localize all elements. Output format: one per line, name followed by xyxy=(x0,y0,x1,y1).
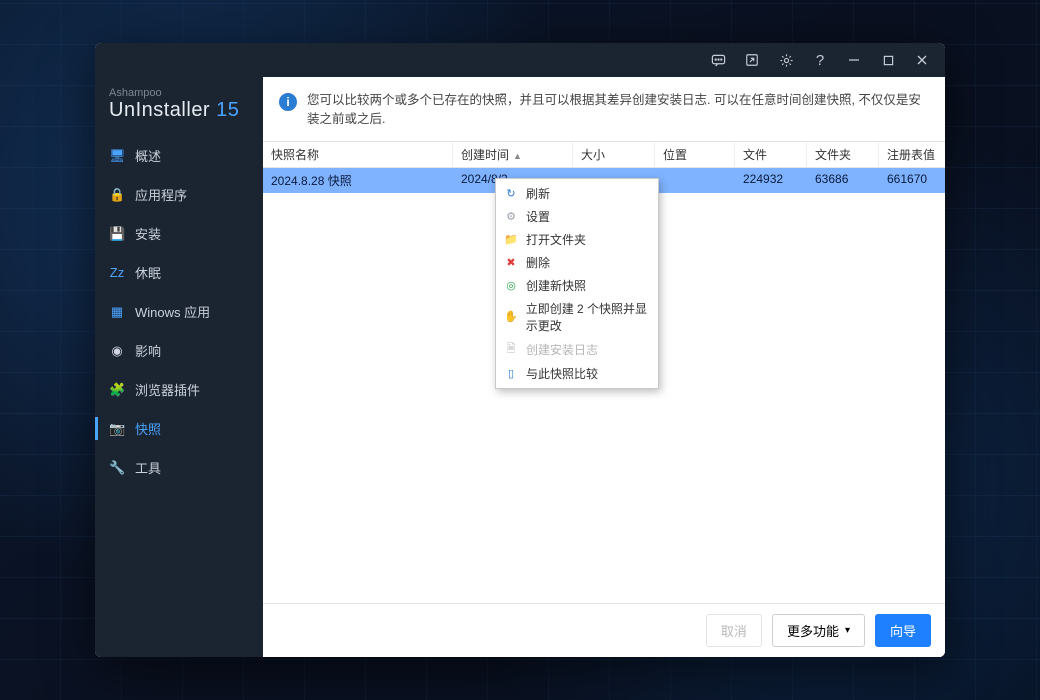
sidebar-item-4[interactable]: ▦ Winows 应用 xyxy=(95,292,263,331)
table-body[interactable]: 2024.8.28 快照2024/8/222493263686661670 ↻刷… xyxy=(263,168,945,604)
table-cell: 661670 xyxy=(879,168,945,193)
menu-item-label: 与此快照比较 xyxy=(526,365,598,382)
sidebar-item-7[interactable]: 📷 快照 xyxy=(95,409,263,448)
sidebar-item-5[interactable]: ◉ 影响 xyxy=(95,331,263,370)
sidebar-item-label: 浏览器插件 xyxy=(135,380,200,399)
column-header[interactable]: 文件 xyxy=(735,142,807,167)
menu-item-label: 创建新快照 xyxy=(526,277,586,294)
sidebar-item-6[interactable]: 🧩 浏览器插件 xyxy=(95,370,263,409)
nav-icon: 💾 xyxy=(109,226,125,242)
nav-icon: 🖥 xyxy=(109,148,125,164)
nav-icon: ▦ xyxy=(109,304,125,320)
context-menu-item[interactable]: ↻ 刷新 xyxy=(496,182,658,205)
sidebar-item-label: 影响 xyxy=(135,341,161,360)
sidebar-item-label: 应用程序 xyxy=(135,185,187,204)
sidebar-item-label: 快照 xyxy=(135,419,161,438)
context-menu-item[interactable]: ▯ 与此快照比较 xyxy=(496,362,658,385)
chevron-down-icon: ▾ xyxy=(845,625,850,636)
column-header[interactable]: 文件夹 xyxy=(807,142,879,167)
nav-icon: ◉ xyxy=(109,343,125,359)
menu-item-label: 删除 xyxy=(526,254,550,271)
menu-item-icon: ⚙ xyxy=(504,210,518,223)
menu-item-icon: 🗎 xyxy=(504,340,518,359)
sort-indicator-icon: ▲ xyxy=(513,151,522,161)
feedback-icon[interactable] xyxy=(703,46,733,74)
nav-icon: 📷 xyxy=(109,421,125,437)
table-cell xyxy=(655,168,735,193)
info-text: 您可以比较两个或多个已存在的快照，并且可以根据其差异创建安装日志. 可以在任意时… xyxy=(307,91,929,129)
context-menu: ↻ 刷新 ⚙ 设置 📁 打开文件夹 ✖ 删除 ◎ 创建新快照 ✋ 立即创建 2 个快照并显示更改 🗎 创建… xyxy=(495,178,659,389)
minimize-button[interactable] xyxy=(839,46,869,74)
sidebar-item-3[interactable]: Zz 休眠 xyxy=(95,253,263,292)
snapshot-table: 快照名称创建时间▲大小位置文件文件夹注册表值 2024.8.28 快照2024/… xyxy=(263,141,945,604)
nav: 🖥 概述 🔒 应用程序 💾 安装 Zz 休眠 ▦ Winows 应用 ◉ 影响 🧩 浏览器插件 📷 快照 🔧 工具 xyxy=(95,136,263,487)
table-cell: 224932 xyxy=(735,168,807,193)
wizard-button[interactable]: 向导 xyxy=(875,614,931,647)
share-icon[interactable] xyxy=(737,46,767,74)
menu-item-label: 刷新 xyxy=(526,185,550,202)
sidebar-item-label: 工具 xyxy=(135,458,161,477)
cancel-button[interactable]: 取消 xyxy=(706,614,762,647)
sidebar-item-label: 休眠 xyxy=(135,263,161,282)
nav-icon: 🧩 xyxy=(109,382,125,398)
nav-icon: 🔒 xyxy=(109,187,125,203)
context-menu-item[interactable]: ◎ 创建新快照 xyxy=(496,274,658,297)
app-window: ? Ashampoo UnInstaller 15 🖥 概述 🔒 应用程序 💾 安装 Zz 休… xyxy=(95,43,945,657)
context-menu-item[interactable]: ⚙ 设置 xyxy=(496,205,658,228)
sidebar: Ashampoo UnInstaller 15 🖥 概述 🔒 应用程序 💾 安装 Zz 休眠 ▦… xyxy=(95,77,263,657)
nav-icon: 🔧 xyxy=(109,460,125,476)
menu-item-icon: ✋ xyxy=(504,310,518,323)
help-icon[interactable]: ? xyxy=(805,46,835,74)
sidebar-item-2[interactable]: 💾 安装 xyxy=(95,214,263,253)
menu-item-label: 创建安装日志 xyxy=(526,341,598,358)
menu-item-icon: ↻ xyxy=(504,187,518,200)
brand-company: Ashampoo xyxy=(109,87,249,99)
menu-item-icon: 📁 xyxy=(504,233,518,246)
info-icon: i xyxy=(279,93,297,111)
context-menu-item: 🗎 创建安装日志 xyxy=(496,337,658,362)
brand-product: UnInstaller 15 xyxy=(109,99,249,122)
more-functions-button[interactable]: 更多功能▾ xyxy=(772,614,865,647)
menu-item-icon: ✖ xyxy=(504,256,518,269)
menu-item-icon: ▯ xyxy=(504,367,518,380)
titlebar: ? xyxy=(95,43,945,77)
sidebar-item-1[interactable]: 🔒 应用程序 xyxy=(95,175,263,214)
main-panel: i 您可以比较两个或多个已存在的快照，并且可以根据其差异创建安装日志. 可以在任… xyxy=(263,77,945,657)
sidebar-item-8[interactable]: 🔧 工具 xyxy=(95,448,263,487)
menu-item-label: 设置 xyxy=(526,208,550,225)
brand: Ashampoo UnInstaller 15 xyxy=(95,83,263,136)
table-cell: 2024.8.28 快照 xyxy=(263,168,453,193)
menu-item-label: 立即创建 2 个快照并显示更改 xyxy=(526,300,648,334)
sidebar-item-0[interactable]: 🖥 概述 xyxy=(95,136,263,175)
table-header: 快照名称创建时间▲大小位置文件文件夹注册表值 xyxy=(263,142,945,168)
close-button[interactable] xyxy=(907,46,937,74)
table-cell: 63686 xyxy=(807,168,879,193)
footer: 取消 更多功能▾ 向导 xyxy=(263,603,945,657)
column-header[interactable]: 注册表值 xyxy=(879,142,945,167)
column-header[interactable]: 大小 xyxy=(573,142,655,167)
menu-item-icon: ◎ xyxy=(504,279,518,292)
menu-item-label: 打开文件夹 xyxy=(526,231,586,248)
info-bar: i 您可以比较两个或多个已存在的快照，并且可以根据其差异创建安装日志. 可以在任… xyxy=(263,77,945,141)
column-header[interactable]: 快照名称 xyxy=(263,142,453,167)
context-menu-item[interactable]: 📁 打开文件夹 xyxy=(496,228,658,251)
sidebar-item-label: 概述 xyxy=(135,146,161,165)
nav-icon: Zz xyxy=(109,265,125,280)
maximize-button[interactable] xyxy=(873,46,903,74)
settings-icon[interactable] xyxy=(771,46,801,74)
context-menu-item[interactable]: ✖ 删除 xyxy=(496,251,658,274)
sidebar-item-label: Winows 应用 xyxy=(135,302,210,321)
column-header[interactable]: 位置 xyxy=(655,142,735,167)
column-header[interactable]: 创建时间▲ xyxy=(453,142,573,167)
sidebar-item-label: 安装 xyxy=(135,224,161,243)
context-menu-item[interactable]: ✋ 立即创建 2 个快照并显示更改 xyxy=(496,297,658,337)
